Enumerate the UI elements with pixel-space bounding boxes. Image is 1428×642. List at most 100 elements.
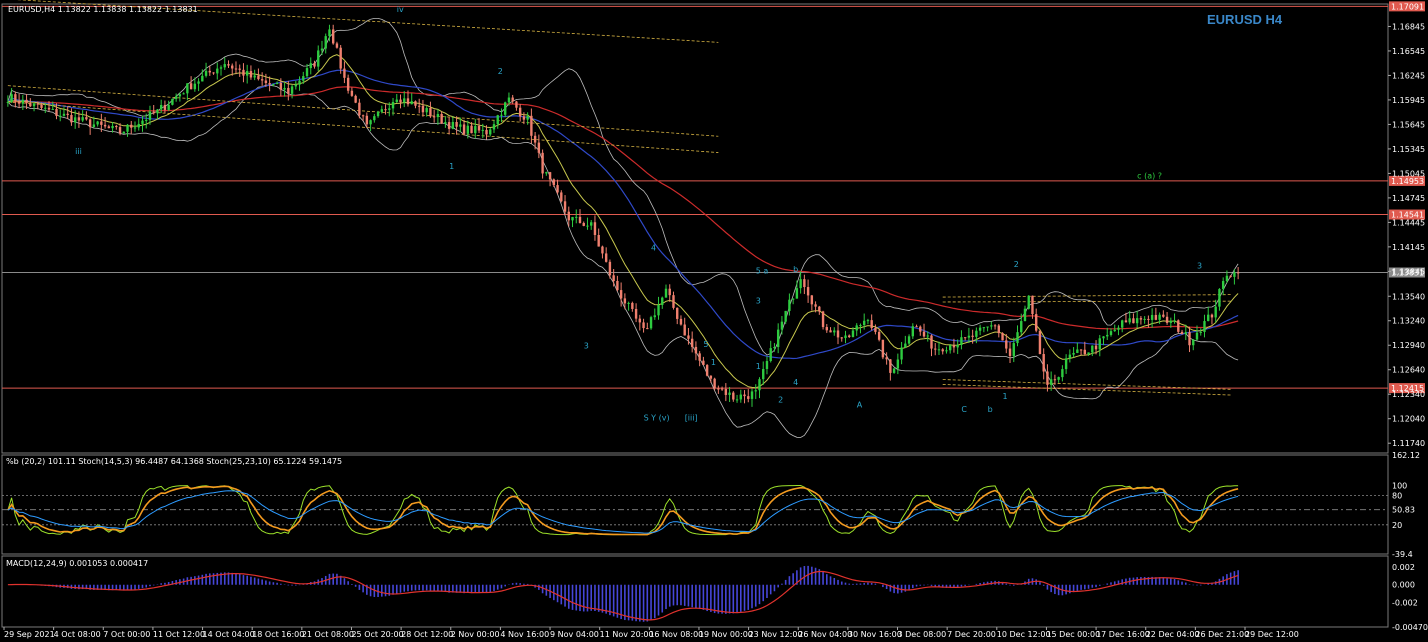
candle-body: [1218, 289, 1221, 307]
candle-body: [103, 124, 107, 127]
candle-body: [833, 330, 836, 333]
candle-body: [975, 330, 978, 337]
candle-body: [1031, 295, 1034, 315]
candle-body: [1038, 330, 1042, 355]
time-tick-label: 23 Nov 12:00: [749, 630, 803, 639]
candle-body: [683, 324, 686, 336]
candle-body: [1128, 318, 1131, 323]
candle-body: [462, 124, 466, 134]
candle-body: [728, 392, 731, 395]
candle-body: [567, 211, 570, 221]
candle-body: [489, 129, 492, 135]
time-tick-label: 26 Dec 21:00: [1195, 630, 1249, 639]
time-tick-label: 4 Oct 08:00: [54, 630, 101, 639]
price-tick-label: 1.16245: [1392, 71, 1425, 80]
candle-body: [1150, 314, 1154, 320]
candle-body: [676, 307, 679, 319]
candle-body: [522, 116, 526, 120]
candle-body: [245, 71, 249, 76]
candle-body: [698, 353, 701, 361]
candle-body: [492, 124, 496, 130]
candle-body: [941, 349, 944, 352]
candle-body: [930, 335, 933, 349]
candle-body: [470, 125, 473, 134]
candle-body: [1113, 329, 1116, 332]
wave-label: 5 a: [756, 266, 769, 275]
time-tick-label: 17 Dec 16:00: [1096, 630, 1150, 639]
candle-body: [732, 392, 735, 400]
candle-body: [601, 246, 604, 254]
candle-body: [1199, 331, 1202, 333]
candle-body: [750, 391, 754, 399]
candle-body: [85, 117, 88, 120]
candle-body: [948, 345, 952, 351]
time-tick-label: 26 Nov 04:00: [798, 630, 852, 639]
candle-body: [1106, 334, 1109, 337]
candle-body: [193, 83, 197, 90]
candle-body: [335, 43, 339, 48]
candle-body: [92, 124, 96, 128]
candle-body: [40, 104, 43, 108]
candle-body: [339, 47, 342, 69]
candle-body: [649, 317, 653, 329]
wave-label: 1: [1003, 392, 1008, 401]
candle-body: [541, 152, 544, 174]
time-tick-label: 7 Oct 00:00: [103, 630, 150, 639]
candle-body: [418, 105, 421, 107]
channel-line: [7, 101, 719, 153]
candle-body: [6, 101, 10, 103]
wave-label: C: [961, 405, 967, 414]
candle-body: [163, 104, 167, 110]
candle-body: [421, 105, 425, 113]
candle-body: [219, 67, 223, 69]
wave-label: 1: [756, 362, 761, 371]
candle-body: [560, 192, 563, 202]
candle-body: [186, 83, 189, 94]
candle-body: [926, 335, 929, 337]
osc-tick-label: 20: [1392, 521, 1402, 530]
candle-body: [784, 310, 787, 322]
time-tick-label: 22 Dec 04:00: [1146, 630, 1200, 639]
candle-body: [885, 357, 888, 360]
candle-body: [679, 318, 683, 325]
eurusd-chart[interactable]: iii iv 1 2 3 4 5 5 a b 1 2 3 4 A C b 1 2 3 c (a) ? S Y (v) [i…: [0, 0, 1428, 642]
candle-body: [593, 222, 597, 235]
candle-body: [545, 172, 548, 174]
axis-layer: 1.170911.149531.145411.138311.124151.168…: [3, 1, 1428, 639]
candle-body: [866, 320, 870, 322]
candle-body: [821, 311, 825, 328]
osc-tick-label: 100: [1392, 482, 1407, 491]
candle-body: [77, 117, 81, 121]
candle-body: [14, 94, 17, 102]
candle-body: [279, 82, 283, 90]
wave-label: 2: [778, 395, 783, 404]
price-tick-label: 1.12340: [1392, 390, 1425, 399]
candle-body: [758, 379, 761, 391]
osc-panel-frame: [1, 454, 1389, 555]
candle-body: [1057, 377, 1060, 380]
candle-body: [36, 103, 39, 105]
candle-body: [851, 330, 855, 338]
candle-body: [249, 71, 253, 78]
time-tick-label: 30 Nov 16:00: [848, 630, 902, 639]
candle-body: [410, 101, 413, 105]
candle-body: [223, 64, 226, 68]
fast-ma-line: [7, 54, 1239, 389]
candle-body: [257, 75, 260, 80]
candle-body: [997, 325, 1001, 334]
price-tick-label: 1.15045: [1392, 169, 1425, 178]
candle-body: [747, 396, 750, 399]
price-tick-label: 1.16545: [1392, 47, 1425, 56]
candle-body: [537, 142, 541, 153]
candle-body: [892, 368, 896, 373]
candle-body: [1087, 352, 1090, 355]
candle-body: [765, 361, 769, 369]
candle-body: [414, 101, 417, 106]
time-tick-label: 11 Oct 12:00: [153, 630, 205, 639]
candle-body: [803, 279, 806, 288]
candle-body: [1094, 345, 1098, 350]
candle-body: [836, 330, 840, 338]
candle-body: [260, 79, 264, 81]
candle-body: [171, 98, 174, 105]
main-header: EURUSD,H4 1.13822 1.13838 1.13822 1.1383…: [8, 5, 198, 14]
